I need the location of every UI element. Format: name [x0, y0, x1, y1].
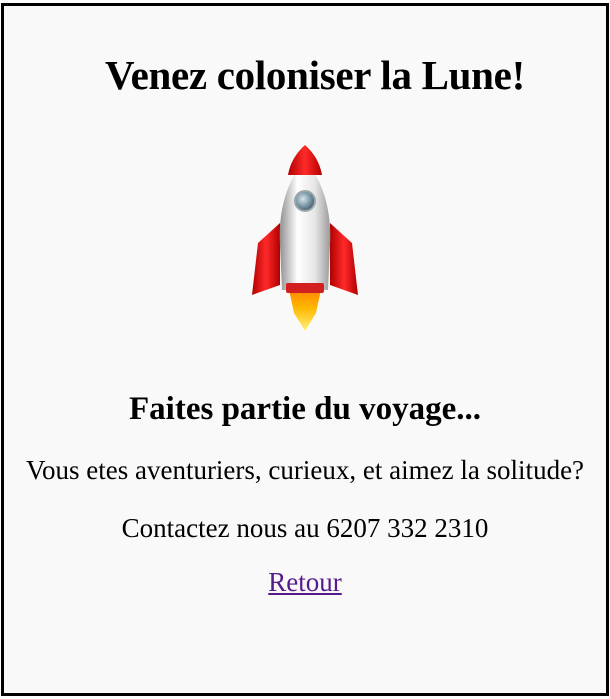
section-subtitle: Faites partie du voyage...	[129, 391, 481, 427]
page-frame: Venez coloniser la Lune! Faites partie d…	[1, 3, 609, 696]
back-link[interactable]: Retour	[268, 566, 342, 598]
rocket-icon	[252, 145, 358, 331]
page-title: Venez coloniser la Lune!	[105, 52, 525, 98]
contact-text: Contactez nous au 6207 332 2310	[121, 513, 489, 543]
description-text: Vous etes aventuriers, curieux, et aimez…	[25, 455, 585, 485]
